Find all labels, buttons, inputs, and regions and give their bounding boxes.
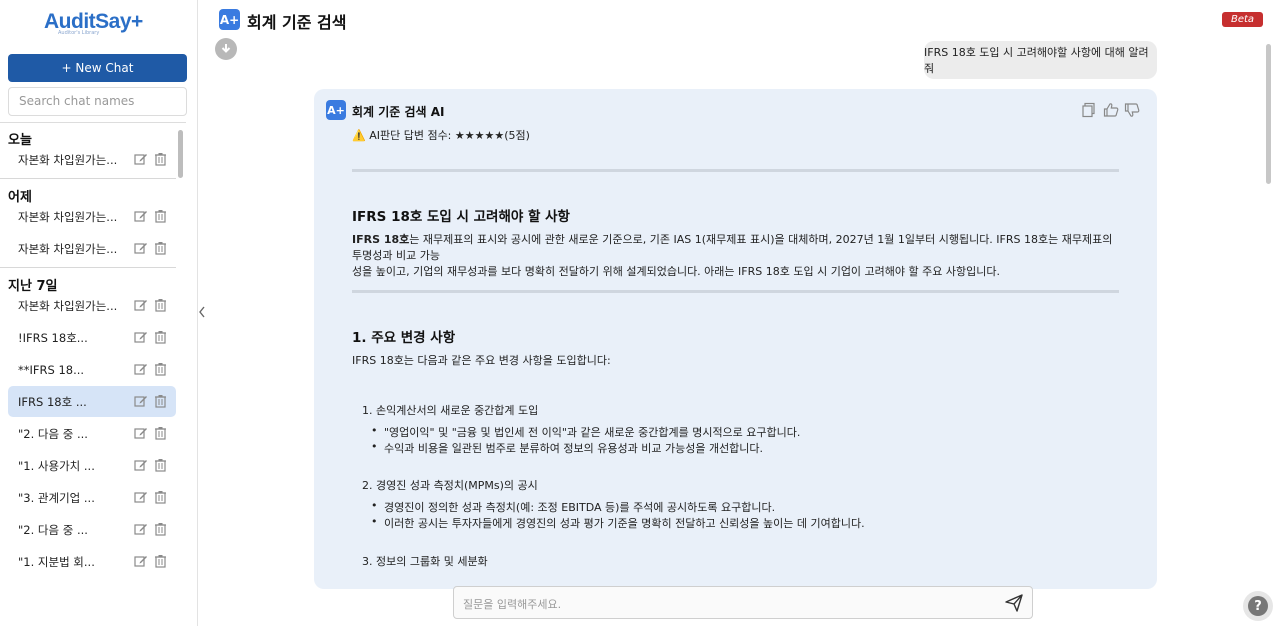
page-title: 회계 기준 검색 bbox=[247, 13, 347, 32]
user-message: IFRS 18호 도입 시 고려해야할 사항에 대해 알려줘 bbox=[924, 41, 1157, 79]
help-button[interactable]: ? bbox=[1243, 591, 1273, 621]
question-placeholder: 질문을 입력해주세요. bbox=[463, 598, 562, 611]
trash-icon[interactable] bbox=[154, 152, 167, 166]
trash-icon[interactable] bbox=[154, 241, 167, 255]
chat-item-name: "1. 지분법 회... bbox=[18, 554, 95, 569]
search-chat-input[interactable]: Search chat names bbox=[8, 87, 187, 116]
help-icon: ? bbox=[1248, 596, 1268, 616]
chat-item-name: **IFRS 18... bbox=[18, 362, 85, 377]
divider bbox=[352, 290, 1119, 293]
trash-icon[interactable] bbox=[154, 458, 167, 472]
section-intro: IFRS 18호는 다음과 같은 주요 변경 사항을 도입합니다: bbox=[352, 354, 611, 367]
chat-item-name: 자본화 차입원가는... bbox=[18, 209, 118, 224]
edit-icon[interactable] bbox=[134, 554, 148, 568]
divider bbox=[352, 169, 1119, 172]
new-chat-button[interactable]: + New Chat bbox=[8, 54, 187, 82]
group-divider bbox=[0, 178, 176, 179]
chat-item[interactable]: "1. 지분법 회... bbox=[8, 546, 176, 577]
trash-icon[interactable] bbox=[154, 426, 167, 440]
edit-icon[interactable] bbox=[134, 330, 148, 344]
send-icon[interactable] bbox=[1004, 593, 1024, 613]
chat-list: 오늘 자본화 차입원가는... 어제 자본화 차입원가는... 자본화 차입원가… bbox=[0, 122, 186, 586]
thumbs-up-icon[interactable] bbox=[1103, 102, 1119, 118]
answer-heading: IFRS 18호 도입 시 고려해야 할 사항 bbox=[352, 209, 570, 225]
trash-icon[interactable] bbox=[154, 490, 167, 504]
chat-item-name: !IFRS 18호... bbox=[18, 330, 88, 345]
trash-icon[interactable] bbox=[154, 522, 167, 536]
trash-icon[interactable] bbox=[154, 362, 167, 376]
ai-avatar: A+ bbox=[326, 100, 346, 120]
edit-icon[interactable] bbox=[134, 490, 148, 504]
chat-item-name: 자본화 차입원가는... bbox=[18, 241, 118, 256]
download-icon[interactable] bbox=[215, 38, 237, 60]
answer-rating: ⚠️ AI판단 답변 점수: ★★★★★(5점) bbox=[352, 127, 530, 143]
brand-tagline: Auditor's Library bbox=[58, 30, 100, 36]
trash-icon[interactable] bbox=[154, 209, 167, 223]
bullet-item: 수익과 비용을 일관된 범주로 분류하여 정보의 유용성과 비교 가능성을 개선… bbox=[371, 440, 763, 456]
ordered-item: 2. 경영진 성과 측정치(MPMs)의 공시 bbox=[362, 479, 538, 492]
edit-icon[interactable] bbox=[134, 209, 148, 223]
group-divider bbox=[0, 267, 176, 268]
chat-item-name: 자본화 차입원가는... bbox=[18, 298, 118, 313]
chat-item-name: "3. 관계기업 ... bbox=[18, 490, 95, 505]
trash-icon[interactable] bbox=[154, 330, 167, 344]
section-heading: 1. 주요 변경 사항 bbox=[352, 330, 456, 346]
question-input[interactable]: 질문을 입력해주세요. bbox=[453, 586, 1033, 619]
chat-item-name: "1. 사용가치 ... bbox=[18, 458, 95, 473]
intro-bold: IFRS 18호 bbox=[352, 233, 410, 246]
ordered-item: 3. 정보의 그룹화 및 세분화 bbox=[362, 555, 488, 568]
edit-icon[interactable] bbox=[134, 426, 148, 440]
chat-item-name: IFRS 18호 ... bbox=[18, 394, 87, 409]
chat-item[interactable]: 자본화 차입원가는... bbox=[8, 233, 176, 264]
trash-icon[interactable] bbox=[154, 394, 167, 408]
chat-item[interactable]: "1. 사용가치 ... bbox=[8, 450, 176, 481]
trash-icon[interactable] bbox=[154, 554, 167, 568]
chat-item[interactable]: "2. 다음 중 ... bbox=[8, 418, 176, 449]
chat-item-active[interactable]: IFRS 18호 ... bbox=[8, 386, 176, 417]
brand-plus: + bbox=[131, 10, 143, 33]
ai-answer-card: A+ 회계 기준 검색 AI ⚠️ AI판단 답변 점수: ★★★★★(5점) … bbox=[314, 89, 1157, 589]
trash-icon[interactable] bbox=[154, 298, 167, 312]
copy-icon[interactable] bbox=[1081, 102, 1097, 118]
chat-item-name: "2. 다음 중 ... bbox=[18, 426, 88, 441]
edit-icon[interactable] bbox=[134, 298, 148, 312]
edit-icon[interactable] bbox=[134, 458, 148, 472]
sidebar: AuditSay+ Auditor's Library + New Chat S… bbox=[0, 0, 198, 626]
edit-icon[interactable] bbox=[134, 152, 148, 166]
collapse-sidebar-icon[interactable] bbox=[197, 304, 207, 320]
beta-badge: Beta bbox=[1222, 12, 1263, 27]
edit-icon[interactable] bbox=[134, 362, 148, 376]
intro-line: 는 재무제표의 표시와 공시에 관한 새로운 기준으로, 기존 IAS 1(재무… bbox=[352, 233, 1113, 262]
edit-icon[interactable] bbox=[134, 522, 148, 536]
edit-icon[interactable] bbox=[134, 394, 148, 408]
chat-item[interactable]: "3. 관계기업 ... bbox=[8, 482, 176, 513]
chat-item-name: "2. 다음 중 ... bbox=[18, 522, 88, 537]
bullet-item: 이러한 공시는 투자자들에게 경영진의 성과 평가 기준을 명확히 전달하고 신… bbox=[371, 515, 865, 531]
chat-item[interactable]: !IFRS 18호... bbox=[8, 322, 176, 353]
chat-item[interactable]: **IFRS 18... bbox=[8, 354, 176, 385]
bullet-item: "영업이익" 및 "금융 및 법인세 전 이익"과 같은 새로운 중간합계를 명… bbox=[371, 424, 800, 440]
bullet-item: 경영진이 정의한 성과 측정치(예: 조정 EBITDA 등)를 주석에 공시하… bbox=[371, 499, 775, 515]
rating-text: AI판단 답변 점수: ★★★★★(5점) bbox=[369, 129, 530, 142]
chat-item-name: 자본화 차입원가는... bbox=[18, 152, 118, 167]
thumbs-down-icon[interactable] bbox=[1124, 102, 1140, 118]
chat-item[interactable]: 자본화 차입원가는... bbox=[8, 144, 176, 175]
main-scrollbar[interactable] bbox=[1266, 44, 1271, 184]
answer-intro: IFRS 18호는 재무제표의 표시와 공시에 관한 새로운 기준으로, 기존 … bbox=[352, 232, 1122, 280]
warning-icon: ⚠️ bbox=[352, 129, 366, 142]
intro-line: 성을 높이고, 기업의 재무성과를 보다 명확히 전달하기 위해 설계되었습니다… bbox=[352, 265, 1000, 278]
app-icon: A+ bbox=[219, 9, 240, 30]
ordered-item: 1. 손익계산서의 새로운 중간합계 도입 bbox=[362, 404, 539, 417]
chat-item[interactable]: 자본화 차입원가는... bbox=[8, 201, 176, 232]
chat-item[interactable]: "2. 다음 중 ... bbox=[8, 514, 176, 545]
chat-item[interactable]: 자본화 차입원가는... bbox=[8, 290, 176, 321]
app-root: AuditSay+ Auditor's Library + New Chat S… bbox=[0, 0, 1280, 626]
edit-icon[interactable] bbox=[134, 241, 148, 255]
sidebar-scrollbar[interactable] bbox=[178, 130, 183, 178]
ai-name: 회계 기준 검색 AI bbox=[352, 105, 445, 119]
